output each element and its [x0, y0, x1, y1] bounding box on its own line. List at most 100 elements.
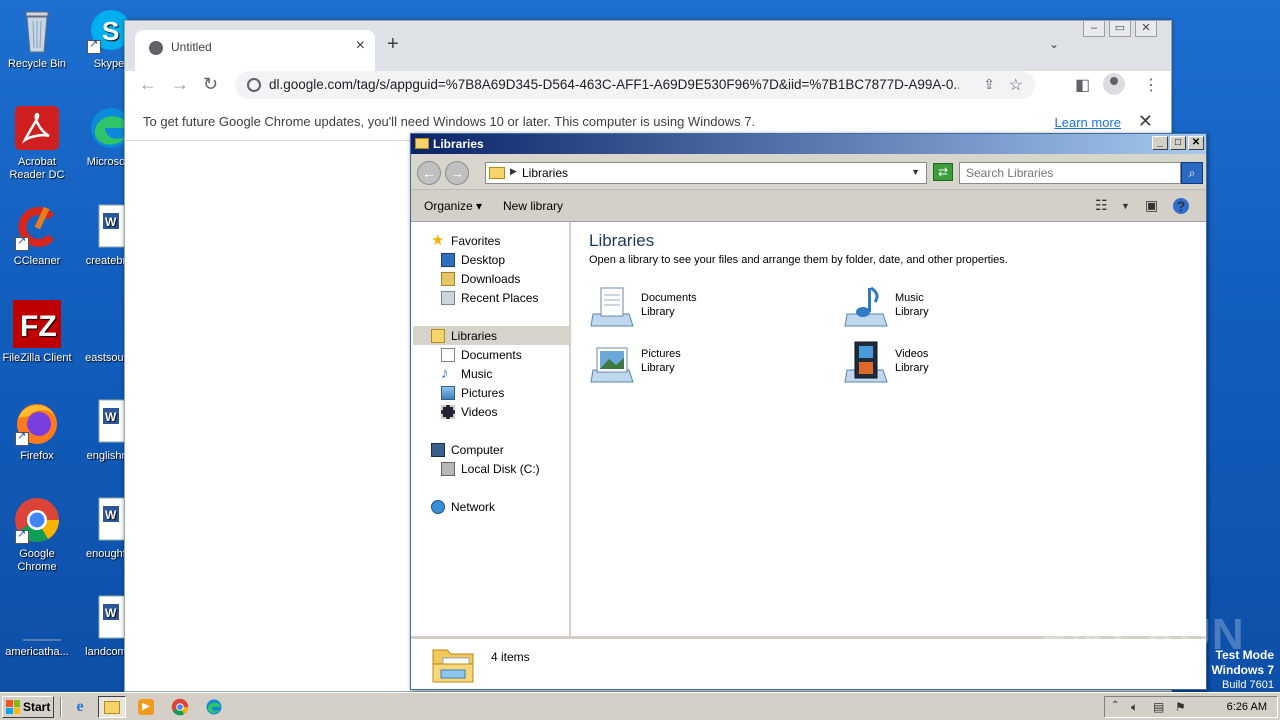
network-tray-icon[interactable]: ▤ [1153, 700, 1164, 714]
test-mode-text: Test Mode Windows 7 Build 7601 [1211, 648, 1274, 692]
bookmark-star-icon[interactable]: ☆ [1009, 75, 1023, 95]
back-button[interactable]: ← [417, 161, 441, 185]
library-item-music[interactable]: Music Library [843, 284, 1043, 334]
address-dropdown-icon[interactable]: ▼ [911, 167, 920, 177]
menu-kebab-icon[interactable]: ⋮ [1143, 75, 1159, 95]
new-tab-button[interactable]: + [387, 33, 399, 56]
search-icon[interactable]: ⌕ [1181, 162, 1203, 184]
omnibox[interactable]: dl.google.com/tag/s/appguid=%7B8A69D345-… [235, 71, 1035, 99]
test-mode-line3: Build 7601 [1222, 679, 1274, 691]
forward-button[interactable]: → [445, 161, 469, 185]
breadcrumb[interactable]: Libraries [522, 166, 568, 180]
page-subtitle: Open a library to see your files and arr… [589, 254, 1008, 266]
nav-item-documents[interactable]: Documents [441, 345, 522, 364]
nav-item-recent-places[interactable]: Recent Places [441, 288, 538, 307]
svg-text:W: W [105, 410, 117, 424]
nav-item-desktop[interactable]: Desktop [441, 250, 505, 269]
nav-item-favorites[interactable]: ★ Favorites [431, 231, 500, 250]
close-button[interactable]: ✕ [1135, 21, 1157, 37]
breadcrumb-arrow-icon[interactable]: ▶ [510, 166, 517, 177]
nav-item-computer[interactable]: Computer [431, 440, 504, 459]
star-icon: ★ [431, 231, 445, 249]
library-type: Library [895, 362, 929, 374]
library-name: Music [895, 292, 924, 304]
library-item-videos[interactable]: Videos Library [843, 340, 1043, 390]
taskbar-explorer[interactable] [98, 696, 126, 718]
search-box[interactable] [959, 162, 1181, 184]
desktop-icon-recycle-bin[interactable]: Recycle Bin [0, 6, 74, 71]
libraries-icon [431, 328, 445, 343]
restore-button[interactable]: ▭ [1109, 21, 1131, 37]
chrome-tab[interactable]: Untitled × [135, 30, 375, 71]
page-title: Libraries [589, 231, 655, 250]
organize-button[interactable]: Organize ▾ [424, 199, 482, 213]
help-icon[interactable]: ? [1173, 198, 1189, 214]
downloads-icon [441, 271, 455, 286]
svg-text:W: W [105, 508, 117, 522]
nav-item-videos[interactable]: Videos [441, 402, 497, 421]
nav-item-libraries[interactable]: Libraries [431, 326, 497, 345]
clock[interactable]: 6:26 AM [1227, 701, 1267, 713]
forward-arrow-icon[interactable]: → [171, 74, 189, 95]
volume-icon[interactable]: 🔈︎ [1131, 700, 1138, 715]
desktop-icon-firefox[interactable]: Firefox [0, 398, 74, 463]
documents-icon [441, 347, 455, 362]
desktop-icon-filezilla[interactable]: FZ FileZilla Client [0, 300, 74, 365]
desktop-icon-label: Firefox [20, 450, 54, 462]
library-item-documents[interactable]: Documents Library [589, 284, 789, 334]
svg-text:W: W [105, 606, 117, 620]
site-info-icon[interactable] [247, 78, 261, 92]
refresh-button[interactable]: ⇄ [933, 163, 953, 181]
minimize-button[interactable]: – [1083, 21, 1105, 37]
maximize-button[interactable]: □ [1170, 136, 1186, 150]
nav-item-music[interactable]: ♪ Music [441, 364, 492, 383]
media-player-icon: ▶ [138, 699, 154, 715]
learn-more-link[interactable]: Learn more [1055, 115, 1121, 130]
taskbar-chrome[interactable] [166, 696, 194, 718]
url-text[interactable]: dl.google.com/tag/s/appguid=%7B8A69D345-… [269, 77, 959, 92]
internet-explorer-icon: e [76, 698, 84, 715]
desktop-icon-acrobat[interactable]: Acrobat Reader DC [0, 104, 74, 182]
music-library-icon [844, 286, 888, 327]
music-icon: ♪ [441, 364, 449, 382]
search-input[interactable] [960, 163, 1160, 183]
svg-text:FZ: FZ [20, 310, 57, 343]
infobar-close-icon[interactable]: ✕ [1138, 111, 1153, 132]
address-bar[interactable]: ▶ Libraries ▼ [485, 162, 927, 184]
nav-item-pictures[interactable]: Pictures [441, 383, 504, 402]
minimize-button[interactable]: _ [1152, 136, 1168, 150]
show-hidden-icons-chevron-icon[interactable]: ⌃ [1111, 700, 1119, 711]
taskbar-edge[interactable] [200, 696, 228, 718]
desktop-icon-ccleaner[interactable]: CCleaner [0, 203, 74, 268]
share-icon[interactable]: ⇪ [983, 76, 995, 93]
view-dropdown-icon[interactable]: ▼ [1121, 201, 1130, 211]
side-panel-icon[interactable]: ◧ [1075, 75, 1090, 95]
explorer-window-controls: _ □ ✕ [1152, 136, 1204, 150]
nav-item-network[interactable]: Network [431, 497, 495, 516]
taskbar-media-player[interactable]: ▶ [132, 696, 160, 718]
action-center-flag-icon[interactable]: ⚑ [1175, 700, 1186, 714]
desktop-icon-americatha[interactable]: americatha... [0, 594, 74, 659]
test-mode-line1: Test Mode [1215, 648, 1274, 662]
content-pane: Libraries Open a library to see your fil… [573, 222, 1206, 636]
desktop-icon-chrome[interactable]: Google Chrome [0, 496, 74, 574]
profile-avatar[interactable] [1103, 73, 1125, 100]
start-label: Start [23, 700, 51, 714]
preview-pane-icon[interactable]: ▣ [1145, 197, 1158, 214]
back-arrow-icon[interactable]: ← [139, 74, 157, 95]
new-library-button[interactable]: New library [503, 199, 563, 213]
libraries-folder-icon [489, 167, 505, 179]
nav-item-local-disk[interactable]: Local Disk (C:) [441, 459, 540, 478]
library-item-pictures[interactable]: Pictures Library [589, 340, 789, 390]
close-tab-icon[interactable]: × [356, 37, 365, 55]
explorer-titlebar[interactable]: Libraries _ □ ✕ [411, 134, 1206, 154]
change-view-icon[interactable]: ☷ [1095, 197, 1108, 214]
reload-icon[interactable]: ↻ [203, 74, 218, 95]
taskbar-ie[interactable]: e [66, 696, 94, 718]
start-button[interactable]: Start [2, 696, 54, 718]
taskbar-separator [60, 697, 62, 717]
ccleaner-icon [13, 203, 61, 251]
nav-item-downloads[interactable]: Downloads [441, 269, 520, 288]
close-button[interactable]: ✕ [1188, 136, 1204, 150]
tab-search-chevron-icon[interactable]: ⌄ [1049, 37, 1059, 51]
